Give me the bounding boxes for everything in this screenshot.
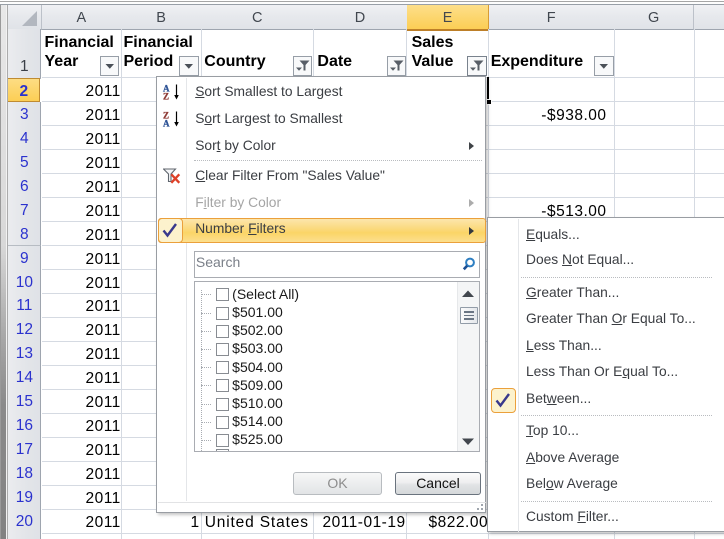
svg-text:A: A bbox=[163, 119, 170, 129]
svg-text:Z: Z bbox=[163, 92, 169, 102]
